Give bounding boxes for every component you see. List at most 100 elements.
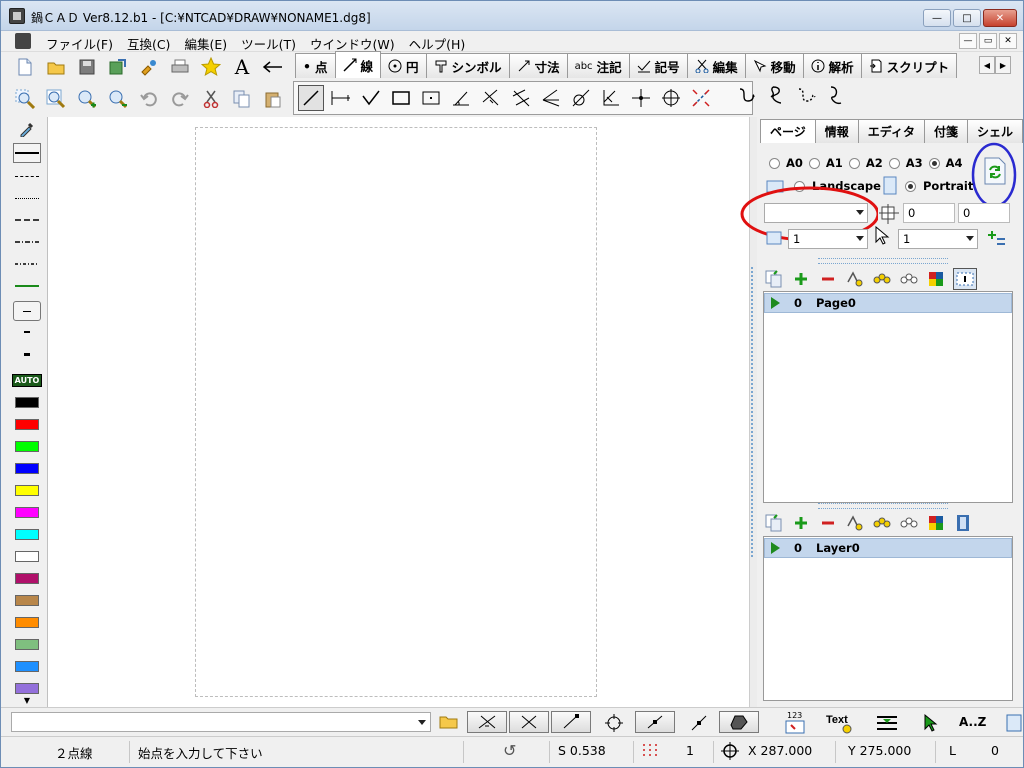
origin-y-field[interactable]: 0 bbox=[958, 203, 1010, 223]
angle-line-icon[interactable] bbox=[448, 85, 474, 111]
text-insert-icon[interactable]: Text bbox=[826, 712, 858, 734]
pointer-select-icon[interactable] bbox=[919, 713, 943, 733]
tab-analysis[interactable]: 解析 bbox=[802, 53, 862, 78]
title-bar[interactable]: 鍋ＣＡＤ Ver8.12.b1 - [C:¥NTCAD¥DRAW¥NONAME1… bbox=[1, 1, 1023, 31]
tab-scroll-left-button[interactable]: ◀ bbox=[979, 56, 995, 74]
align-icon[interactable] bbox=[875, 713, 899, 733]
snap-cross-icon[interactable] bbox=[509, 711, 549, 733]
tab-shell[interactable]: シェル bbox=[966, 119, 1023, 143]
bezier-curve-icon[interactable] bbox=[825, 83, 849, 107]
snap-line-icon[interactable] bbox=[689, 713, 709, 733]
snap-circle-icon[interactable] bbox=[603, 713, 625, 733]
remove-page-icon[interactable] bbox=[818, 269, 838, 289]
layer-color-icon[interactable] bbox=[926, 513, 946, 533]
open-folder-icon[interactable] bbox=[439, 713, 459, 731]
horizontal-line-icon[interactable] bbox=[328, 85, 354, 111]
snap-eraser-icon[interactable] bbox=[719, 711, 759, 733]
save-as-icon[interactable] bbox=[106, 55, 130, 79]
text-icon[interactable]: A bbox=[230, 55, 254, 79]
color-swatch-sky-blue[interactable] bbox=[15, 661, 39, 672]
mdi-close-button[interactable]: ✕ bbox=[999, 33, 1017, 49]
menu-help[interactable]: ヘルプ(H) bbox=[402, 33, 473, 54]
line-width-medium[interactable] bbox=[13, 325, 41, 339]
line-type-dashed-long[interactable] bbox=[13, 169, 41, 183]
tab-point[interactable]: • 点 bbox=[295, 53, 336, 78]
color-swatch-brown[interactable] bbox=[15, 595, 39, 606]
scale-dropdown[interactable]: 1 bbox=[788, 229, 868, 249]
tab-sticky-note[interactable]: 付箋 bbox=[923, 119, 968, 143]
settings-icon[interactable] bbox=[137, 55, 161, 79]
copy-icon[interactable] bbox=[230, 87, 254, 111]
snap-endpoint-icon[interactable] bbox=[551, 711, 591, 733]
copy-page-icon[interactable] bbox=[764, 269, 784, 289]
origin-x-field[interactable]: 0 bbox=[903, 203, 955, 223]
page-show-all-icon[interactable] bbox=[872, 269, 892, 289]
line-type-dash-dot[interactable] bbox=[13, 235, 41, 249]
pages-splitter[interactable] bbox=[818, 258, 948, 264]
layers-splitter[interactable] bbox=[818, 503, 948, 509]
layer-film-icon[interactable] bbox=[953, 513, 973, 533]
tab-circle[interactable]: 円 bbox=[380, 53, 427, 78]
tab-mark[interactable]: 記号 bbox=[628, 53, 688, 78]
arrow-left-icon[interactable] bbox=[261, 55, 285, 79]
menu-edit[interactable]: 編集(E) bbox=[177, 33, 234, 54]
color-swatch-white[interactable] bbox=[15, 551, 39, 562]
paste-icon[interactable] bbox=[261, 87, 285, 111]
add-page-icon[interactable] bbox=[791, 269, 811, 289]
menu-file[interactable]: ファイル(F) bbox=[39, 33, 120, 54]
menu-compat[interactable]: 互換(C) bbox=[120, 33, 177, 54]
page-row[interactable]: 0 Page0 bbox=[764, 293, 1012, 313]
color-swatch-orange[interactable] bbox=[15, 617, 39, 628]
color-swatch-purple-red[interactable] bbox=[15, 573, 39, 584]
drawing-canvas[interactable] bbox=[47, 117, 751, 707]
rectangle-icon[interactable] bbox=[388, 85, 414, 111]
paper-a3-radio[interactable] bbox=[888, 157, 900, 169]
redo-icon[interactable] bbox=[168, 87, 192, 111]
eyedropper-icon[interactable] bbox=[13, 119, 41, 139]
numbering-icon[interactable]: 123 bbox=[783, 711, 809, 735]
app-icon[interactable] bbox=[9, 8, 25, 24]
center-rectangle-icon[interactable] bbox=[418, 85, 444, 111]
grid-scale-dropdown[interactable]: 1 bbox=[898, 229, 978, 249]
layer-hide-all-icon[interactable] bbox=[899, 513, 919, 533]
paper-a1-radio[interactable] bbox=[808, 157, 820, 169]
page-visibility-icon[interactable] bbox=[845, 269, 865, 289]
line-type-solid[interactable] bbox=[13, 143, 41, 163]
color-swatch-yellow[interactable] bbox=[15, 485, 39, 496]
color-swatch-green[interactable] bbox=[15, 441, 39, 452]
tab-page[interactable]: ページ bbox=[760, 119, 816, 143]
spline-closed-icon[interactable] bbox=[765, 83, 789, 107]
add-layer-icon[interactable] bbox=[791, 513, 811, 533]
color-swatch-blue[interactable] bbox=[15, 463, 39, 474]
chamfer-line-icon[interactable] bbox=[598, 85, 624, 111]
open-folder-icon[interactable] bbox=[44, 55, 68, 79]
color-swatch-black[interactable] bbox=[15, 397, 39, 408]
line-type-dash-dot-dot[interactable] bbox=[13, 257, 41, 271]
portrait-radio[interactable] bbox=[905, 181, 916, 192]
zoom-window-icon[interactable] bbox=[13, 87, 37, 111]
export-icon[interactable] bbox=[1005, 713, 1023, 733]
line-width-thin[interactable] bbox=[13, 301, 41, 321]
tab-script[interactable]: スクリプト bbox=[860, 53, 958, 78]
page-properties-icon[interactable] bbox=[953, 268, 977, 290]
color-swatch-light-green[interactable] bbox=[15, 639, 39, 650]
layer-visibility-icon[interactable] bbox=[845, 513, 865, 533]
copy-layer-icon[interactable] bbox=[764, 513, 784, 533]
tab-symbol[interactable]: シンボル bbox=[425, 53, 510, 78]
perpendicular-line-icon[interactable] bbox=[478, 85, 504, 111]
tab-info[interactable]: 情報 bbox=[814, 119, 859, 143]
print-icon[interactable] bbox=[168, 55, 192, 79]
line-color-green[interactable] bbox=[13, 279, 41, 293]
snap-intersection-icon[interactable] bbox=[467, 711, 507, 733]
continuous-line-icon[interactable] bbox=[358, 85, 384, 111]
refresh-icon[interactable]: ↺ bbox=[503, 741, 516, 760]
color-swatch-cyan[interactable] bbox=[15, 529, 39, 540]
layer-row[interactable]: 0 Layer0 bbox=[764, 538, 1012, 558]
cross-line-icon[interactable] bbox=[628, 85, 654, 111]
tab-move[interactable]: 移動 bbox=[744, 53, 804, 78]
document-icon[interactable] bbox=[15, 33, 31, 49]
layer-show-all-icon[interactable] bbox=[872, 513, 892, 533]
zoom-fit-icon[interactable] bbox=[44, 87, 68, 111]
bisector-line-icon[interactable] bbox=[538, 85, 564, 111]
scale-calc-icon[interactable] bbox=[986, 230, 1006, 248]
